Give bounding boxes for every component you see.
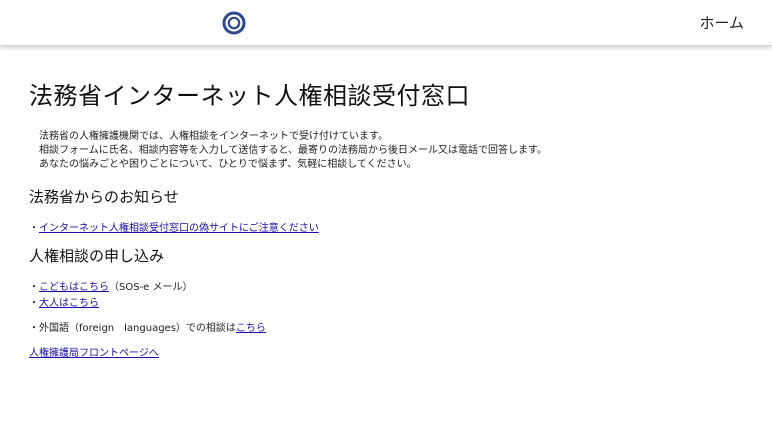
adult-item: ・大人はこちら	[29, 294, 99, 309]
bullet: ・	[29, 323, 39, 334]
child-item: ・こどもはこちら（SOS-e メール）	[29, 278, 193, 293]
foreign-item: ・外国語（foreign languages）での相談はこちら	[29, 319, 266, 334]
foreign-consult-text: 外国語（foreign languages）での相談は	[39, 323, 236, 334]
intro-line-1: 法務省の人権擁護機関では、人権相談をインターネットで受け付けています。	[39, 131, 388, 142]
home-link[interactable]: ホーム	[699, 12, 744, 33]
bullet: ・	[29, 282, 39, 293]
intro-text: 法務省の人権擁護機関では、人権相談をインターネットで受け付けています。 相談フォ…	[39, 130, 547, 172]
bullet: ・	[29, 223, 39, 234]
child-consult-suffix: （SOS-e メール）	[109, 282, 193, 293]
fake-site-warning-link[interactable]: インターネット人権相談受付窓口の偽サイトにご注意ください	[39, 223, 319, 234]
intro-line-2: 相談フォームに氏名、相談内容等を入力して送信すると、最寄りの法務局から後日メール…	[39, 145, 547, 156]
apply-heading: 人権相談の申し込み	[29, 247, 165, 265]
adult-consult-link[interactable]: 大人はこちら	[39, 298, 99, 309]
front-page-link[interactable]: 人権擁護局フロントページへ	[29, 344, 159, 359]
bullet: ・	[29, 298, 39, 309]
child-consult-link[interactable]: こどもはこちら	[39, 282, 109, 293]
notice-heading: 法務省からのお知らせ	[29, 188, 179, 206]
intro-line-3: あなたの悩みごとや困りごとについて、ひとりで悩まず、気軽に相談してください。	[39, 159, 417, 170]
notice-item: ・インターネット人権相談受付窓口の偽サイトにご注意ください	[29, 219, 319, 234]
site-header: ホーム	[0, 0, 772, 46]
foreign-consult-link[interactable]: こちら	[236, 323, 266, 334]
ring-logo-icon[interactable]	[222, 11, 246, 35]
page-title: 法務省インターネット人権相談受付窓口	[29, 82, 470, 110]
